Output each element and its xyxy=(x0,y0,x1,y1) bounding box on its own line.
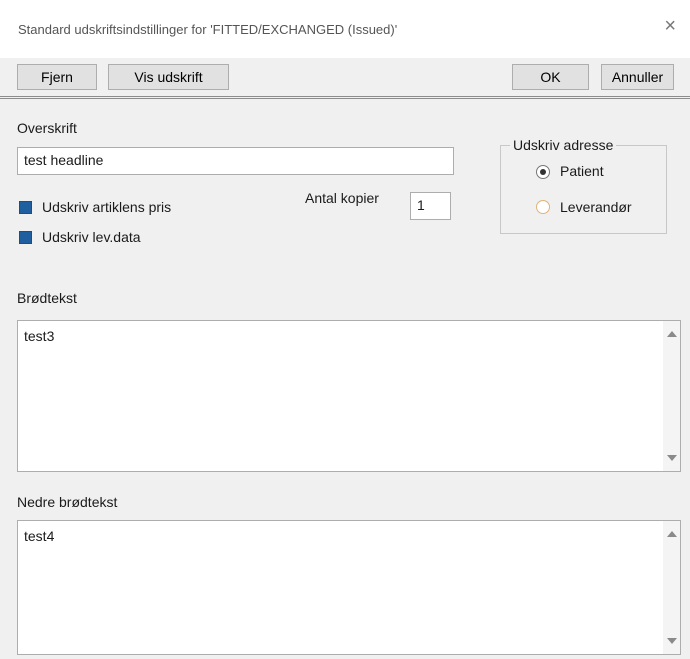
patient-radio[interactable] xyxy=(536,165,550,179)
print-price-checkbox[interactable] xyxy=(19,201,32,214)
lower-text-scrollbar[interactable] xyxy=(663,521,680,654)
body-text-label: Brødtekst xyxy=(17,290,77,306)
close-icon[interactable]: × xyxy=(664,16,676,36)
print-supplier-checkbox[interactable] xyxy=(19,231,32,244)
headline-input[interactable]: test headline xyxy=(17,147,454,175)
cancel-button[interactable]: Annuller xyxy=(601,64,674,90)
headline-label: Overskrift xyxy=(17,120,77,136)
scroll-up-icon[interactable] xyxy=(667,331,677,337)
address-group-label: Udskriv adresse xyxy=(510,137,617,153)
copies-input[interactable]: 1 xyxy=(410,192,451,220)
body-text-value: test3 xyxy=(24,328,55,344)
patient-label: Patient xyxy=(560,163,604,179)
print-price-label: Udskriv artiklens pris xyxy=(42,199,172,215)
body-text-area[interactable]: test3 xyxy=(17,320,681,472)
address-groupbox xyxy=(500,145,667,234)
lower-text-label: Nedre brødtekst xyxy=(17,494,118,510)
copies-label: Antal kopier xyxy=(305,190,379,206)
preview-button[interactable]: Vis udskrift xyxy=(108,64,229,90)
lower-text-value: test4 xyxy=(24,528,55,544)
scroll-down-icon[interactable] xyxy=(667,638,677,644)
remove-button[interactable]: Fjern xyxy=(17,64,97,90)
supplier-label: Leverandør xyxy=(560,199,632,215)
title-bar: Standard udskriftsindstillinger for 'FIT… xyxy=(0,0,690,58)
ok-button[interactable]: OK xyxy=(512,64,589,90)
supplier-radio[interactable] xyxy=(536,200,550,214)
toolbar: Fjern Vis udskrift OK Annuller xyxy=(0,58,690,99)
lower-text-area[interactable]: test4 xyxy=(17,520,681,655)
window-title: Standard udskriftsindstillinger for 'FIT… xyxy=(18,22,398,37)
print-supplier-label: Udskriv lev.data xyxy=(42,229,141,245)
scroll-up-icon[interactable] xyxy=(667,531,677,537)
body-text-scrollbar[interactable] xyxy=(663,321,680,471)
scroll-down-icon[interactable] xyxy=(667,455,677,461)
